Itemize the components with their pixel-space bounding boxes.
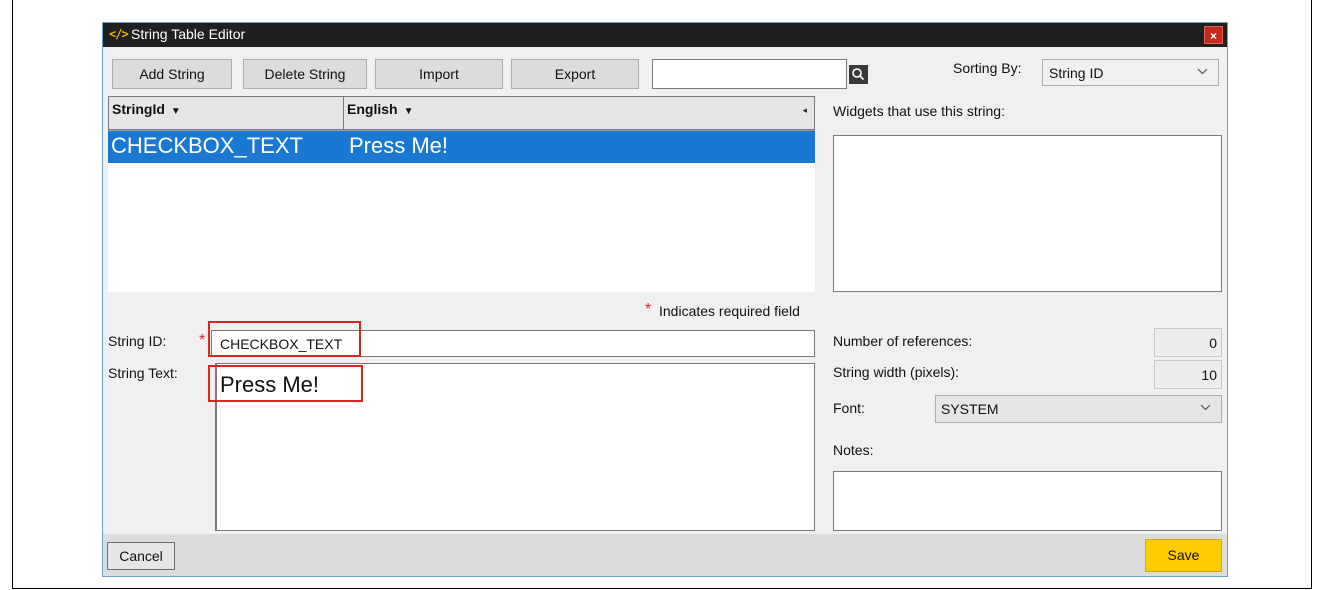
- cancel-button[interactable]: Cancel: [107, 542, 175, 570]
- font-select-value: SYSTEM: [941, 401, 999, 417]
- highlight-box: [208, 321, 361, 357]
- highlight-box: [208, 365, 363, 402]
- search-icon: [852, 68, 865, 81]
- widgets-label: Widgets that use this string:: [833, 103, 1005, 119]
- column-header-stringid-label: StringId: [112, 101, 165, 117]
- column-header-english-label: English: [347, 101, 398, 117]
- close-icon: ×: [1209, 29, 1217, 43]
- notes-area[interactable]: [833, 471, 1222, 531]
- save-button[interactable]: Save: [1145, 539, 1222, 572]
- close-button[interactable]: ×: [1204, 26, 1223, 44]
- code-icon: </>: [109, 27, 129, 41]
- table-row[interactable]: CHECKBOX_TEXT Press Me!: [108, 131, 815, 163]
- toolbar: Add String Delete String Import Export S…: [103, 47, 1227, 93]
- num-references-value: 0: [1154, 328, 1222, 357]
- import-button[interactable]: Import: [375, 59, 503, 89]
- column-header-english[interactable]: English ▼: [344, 96, 815, 130]
- font-select[interactable]: SYSTEM: [935, 395, 1222, 423]
- export-button[interactable]: Export: [511, 59, 639, 89]
- search-button[interactable]: [849, 65, 868, 84]
- scroll-left-icon[interactable]: ◂: [802, 105, 807, 116]
- window-title: String Table Editor: [131, 26, 246, 42]
- chevron-down-icon: [1200, 400, 1211, 417]
- cell-english: Press Me!: [349, 133, 449, 158]
- string-text-label: String Text:: [108, 365, 178, 381]
- sorting-select[interactable]: String ID: [1042, 59, 1219, 86]
- string-width-label: String width (pixels):: [833, 364, 960, 380]
- widgets-list[interactable]: [833, 135, 1222, 292]
- required-star: *: [199, 332, 206, 349]
- sort-arrow-icon[interactable]: ▼: [171, 106, 181, 117]
- required-star: *: [645, 301, 652, 318]
- footer-bar: Cancel Save: [103, 534, 1227, 576]
- chevron-down-icon: [1197, 64, 1208, 81]
- string-table-grid: StringId ▼ English ▼ ◂ CHECKBOX_TEXT Press…: [108, 96, 815, 292]
- column-header-stringid[interactable]: StringId ▼: [108, 96, 344, 130]
- delete-string-button[interactable]: Delete String: [243, 59, 367, 89]
- cell-string-id: CHECKBOX_TEXT: [111, 133, 303, 158]
- notes-label: Notes:: [833, 442, 874, 458]
- grid-header: StringId ▼ English ▼ ◂: [108, 96, 815, 131]
- string-table-editor-window: </> String Table Editor × Add String Del…: [102, 22, 1228, 577]
- string-width-value: 10: [1154, 360, 1222, 389]
- sort-arrow-icon[interactable]: ▼: [404, 106, 414, 117]
- search-input[interactable]: [652, 59, 847, 89]
- sorting-select-value: String ID: [1049, 65, 1104, 81]
- title-bar[interactable]: </> String Table Editor ×: [103, 23, 1227, 47]
- num-references-label: Number of references:: [833, 333, 973, 349]
- required-note: Indicates required field: [659, 303, 800, 319]
- add-string-button[interactable]: Add String: [112, 59, 232, 89]
- string-id-label: String ID:: [108, 333, 167, 349]
- font-label: Font:: [833, 400, 865, 416]
- sorting-by-label: Sorting By:: [953, 60, 1022, 76]
